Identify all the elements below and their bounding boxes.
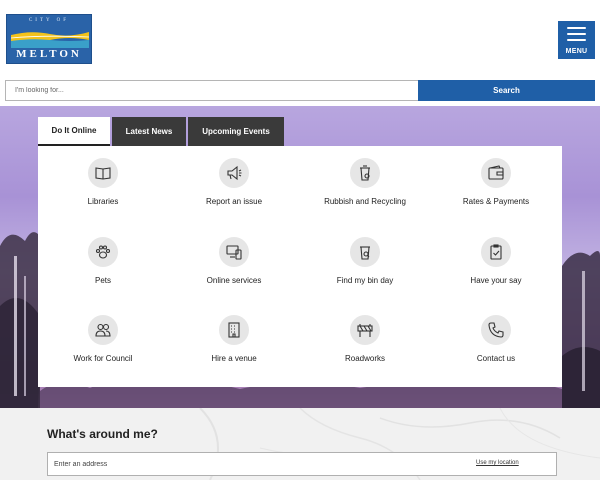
tile-roadworks[interactable]: Roadworks [300,303,430,377]
hamburger-icon [567,27,586,45]
people-icon [88,315,118,345]
paw-icon [88,237,118,267]
tile-hire-a-venue[interactable]: Hire a venue [169,303,299,377]
tile-work-for-council[interactable]: Work for Council [38,303,168,377]
site-search-input[interactable] [5,80,418,101]
tile-contact-us[interactable]: Contact us [431,303,561,377]
tile-have-your-say[interactable]: Have your say [431,225,561,299]
tile-online-services[interactable]: Online services [169,225,299,299]
logo-emblem-icon [11,26,89,48]
tile-libraries[interactable]: Libraries [38,146,168,220]
book-icon [88,158,118,188]
phone-icon [481,315,511,345]
tile-label: Work for Council [73,354,133,363]
menu-button-label: MENU [565,48,588,55]
barrier-icon [350,315,380,345]
tile-label: Rates & Payments [462,197,530,206]
tab-latest-news[interactable]: Latest News [112,117,186,146]
tab-do-it-online[interactable]: Do It Online [38,117,110,146]
logo-bottom-text: MELTON [16,48,82,60]
use-my-location-link[interactable]: Use my location [476,460,519,466]
tile-label: Online services [206,276,262,285]
tile-rates-and-payments[interactable]: Rates & Payments [431,146,561,220]
tile-label: Hire a venue [211,354,257,363]
tile-label: Report an issue [205,197,263,206]
tile-rubbish-and-recycling[interactable]: Rubbish and Recycling [300,146,430,220]
tile-label: Contact us [476,354,516,363]
tile-report-an-issue[interactable]: Report an issue [169,146,299,220]
bin-icon [350,158,380,188]
wallet-icon [481,158,511,188]
whats-around-me-heading: What's around me? [47,427,158,441]
tile-pets[interactable]: Pets [38,225,168,299]
do-it-online-panel: Libraries Report an issue Rubbish and Re… [38,146,562,387]
building-icon [219,315,249,345]
tile-label: Find my bin day [336,276,394,285]
clipboard-check-icon [481,237,511,267]
tile-label: Rubbish and Recycling [324,197,406,206]
search-button[interactable]: Search [418,80,595,101]
tile-find-my-bin-day[interactable]: Find my bin day [300,225,430,299]
devices-icon [219,237,249,267]
tab-upcoming-events[interactable]: Upcoming Events [188,117,284,146]
tile-label: Libraries [87,197,119,206]
logo-top-text: CITY OF [28,18,70,23]
bin-search-icon [350,237,380,267]
tile-label: Have your say [470,276,522,285]
menu-button[interactable]: MENU [558,21,595,59]
tile-label: Roadworks [344,354,385,363]
city-of-melton-logo[interactable]: CITY OF MELTON [6,14,92,64]
megaphone-icon [219,158,249,188]
site-header: CITY OF MELTON MENU [0,0,600,78]
tile-label: Pets [94,276,111,285]
